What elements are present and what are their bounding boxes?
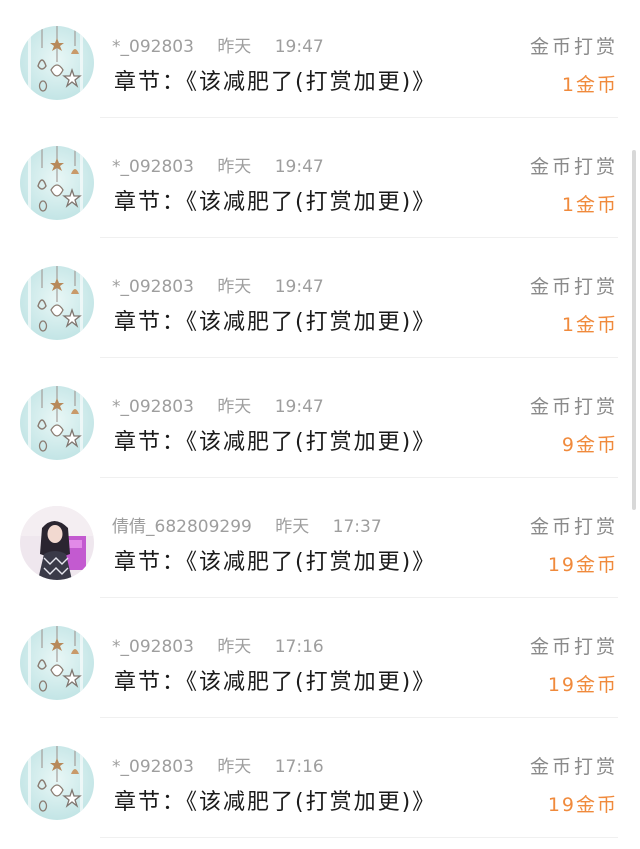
reward-row-4[interactable]: *_092803 昨天 19:47 章节：《该减肥了(打赏加更)》 金币打赏 9… [0,358,640,478]
chapter-title: 《该减肥了(打赏加更)》 [186,70,437,95]
reward-row-5[interactable]: 倩倩_682809299 昨天 17:37 章节：《该减肥了(打赏加更)》 金币… [0,478,640,598]
chapter-prefix: 章节： [114,550,187,575]
chapter-line[interactable]: 章节：《该减肥了(打赏加更)》 [114,184,436,216]
star-bell-avatar[interactable] [20,266,94,340]
reward-meta: *_092803 昨天 17:16 [112,632,342,657]
reward-time: 17:37 [332,517,382,537]
reward-amount: 19金币 [547,794,618,816]
reward-meta: *_092803 昨天 19:47 [112,272,342,297]
chapter-title: 《该减肥了(打赏加更)》 [186,430,437,455]
star-bell-icon [20,626,94,700]
chapter-title: 《该减肥了(打赏加更)》 [186,550,437,575]
reward-amount: 9金币 [561,434,618,456]
reward-row-2[interactable]: *_092803 昨天 19:47 章节：《该减肥了(打赏加更)》 金币打赏 1… [0,118,640,238]
reward-time: 17:16 [274,637,324,657]
username[interactable]: *_092803 [112,157,194,177]
reward-day: 昨天 [275,517,310,537]
star-bell-avatar[interactable] [20,386,94,460]
reward-amount: 19金币 [547,674,618,696]
reward-time: 19:47 [274,37,324,57]
reward-day: 昨天 [217,37,252,57]
username[interactable]: *_092803 [112,757,194,777]
chapter-line[interactable]: 章节：《该减肥了(打赏加更)》 [114,664,436,696]
reward-row-1[interactable]: *_092803 昨天 19:47 章节：《该减肥了(打赏加更)》 金币打赏 1… [0,0,640,118]
row-divider [100,837,618,838]
chapter-title: 《该减肥了(打赏加更)》 [186,310,437,335]
reward-time: 17:16 [274,757,324,777]
reward-amount: 19金币 [547,554,618,576]
chapter-line[interactable]: 章节：《该减肥了(打赏加更)》 [114,544,436,576]
username[interactable]: *_092803 [112,637,194,657]
chapter-line[interactable]: 章节：《该减肥了(打赏加更)》 [114,784,436,816]
reward-meta: *_092803 昨天 19:47 [112,152,342,177]
chapter-prefix: 章节： [114,670,187,695]
username[interactable]: *_092803 [112,397,194,417]
reward-meta: *_092803 昨天 19:47 [112,32,342,57]
reward-type-label: 金币打赏 [529,636,618,658]
reward-day: 昨天 [217,277,252,297]
username[interactable]: *_092803 [112,37,194,57]
chapter-prefix: 章节： [114,70,187,95]
chapter-title: 《该减肥了(打赏加更)》 [186,790,437,815]
reward-day: 昨天 [217,637,252,657]
girl-photo-icon [20,506,94,580]
chapter-prefix: 章节： [114,790,187,815]
reward-type-label: 金币打赏 [529,756,618,778]
star-bell-avatar[interactable] [20,626,94,700]
reward-type-label: 金币打赏 [529,276,618,298]
reward-meta: 倩倩_682809299 昨天 17:37 [112,512,400,537]
star-bell-icon [20,26,94,100]
reward-amount: 1金币 [561,74,618,96]
star-bell-avatar[interactable] [20,146,94,220]
chapter-line[interactable]: 章节：《该减肥了(打赏加更)》 [114,304,436,336]
chapter-prefix: 章节： [114,190,187,215]
reward-amount: 1金币 [561,314,618,336]
reward-meta: *_092803 昨天 19:47 [112,392,342,417]
reward-row-6[interactable]: *_092803 昨天 17:16 章节：《该减肥了(打赏加更)》 金币打赏 1… [0,598,640,718]
reward-time: 19:47 [274,397,324,417]
chapter-line[interactable]: 章节：《该减肥了(打赏加更)》 [114,64,436,96]
reward-row-7[interactable]: *_092803 昨天 17:16 章节：《该减肥了(打赏加更)》 金币打赏 1… [0,718,640,838]
reward-type-label: 金币打赏 [529,516,618,538]
star-bell-icon [20,146,94,220]
username[interactable]: *_092803 [112,277,194,297]
reward-type-label: 金币打赏 [529,396,618,418]
reward-row-3[interactable]: *_092803 昨天 19:47 章节：《该减肥了(打赏加更)》 金币打赏 1… [0,238,640,358]
reward-meta: *_092803 昨天 17:16 [112,752,342,777]
reward-time: 19:47 [274,157,324,177]
scrollbar[interactable] [632,150,636,510]
reward-amount: 1金币 [561,194,618,216]
chapter-prefix: 章节： [114,310,187,335]
reward-type-label: 金币打赏 [529,36,618,58]
chapter-title: 《该减肥了(打赏加更)》 [186,670,437,695]
chapter-title: 《该减肥了(打赏加更)》 [186,190,437,215]
star-bell-icon [20,386,94,460]
chapter-line[interactable]: 章节：《该减肥了(打赏加更)》 [114,424,436,456]
username[interactable]: 倩倩_682809299 [112,517,252,537]
star-bell-avatar[interactable] [20,26,94,100]
reward-day: 昨天 [217,757,252,777]
star-bell-icon [20,266,94,340]
star-bell-avatar[interactable] [20,746,94,820]
star-bell-icon [20,746,94,820]
reward-day: 昨天 [217,157,252,177]
girl-photo-avatar[interactable] [20,506,94,580]
reward-time: 19:47 [274,277,324,297]
reward-day: 昨天 [217,397,252,417]
chapter-prefix: 章节： [114,430,187,455]
reward-type-label: 金币打赏 [529,156,618,178]
